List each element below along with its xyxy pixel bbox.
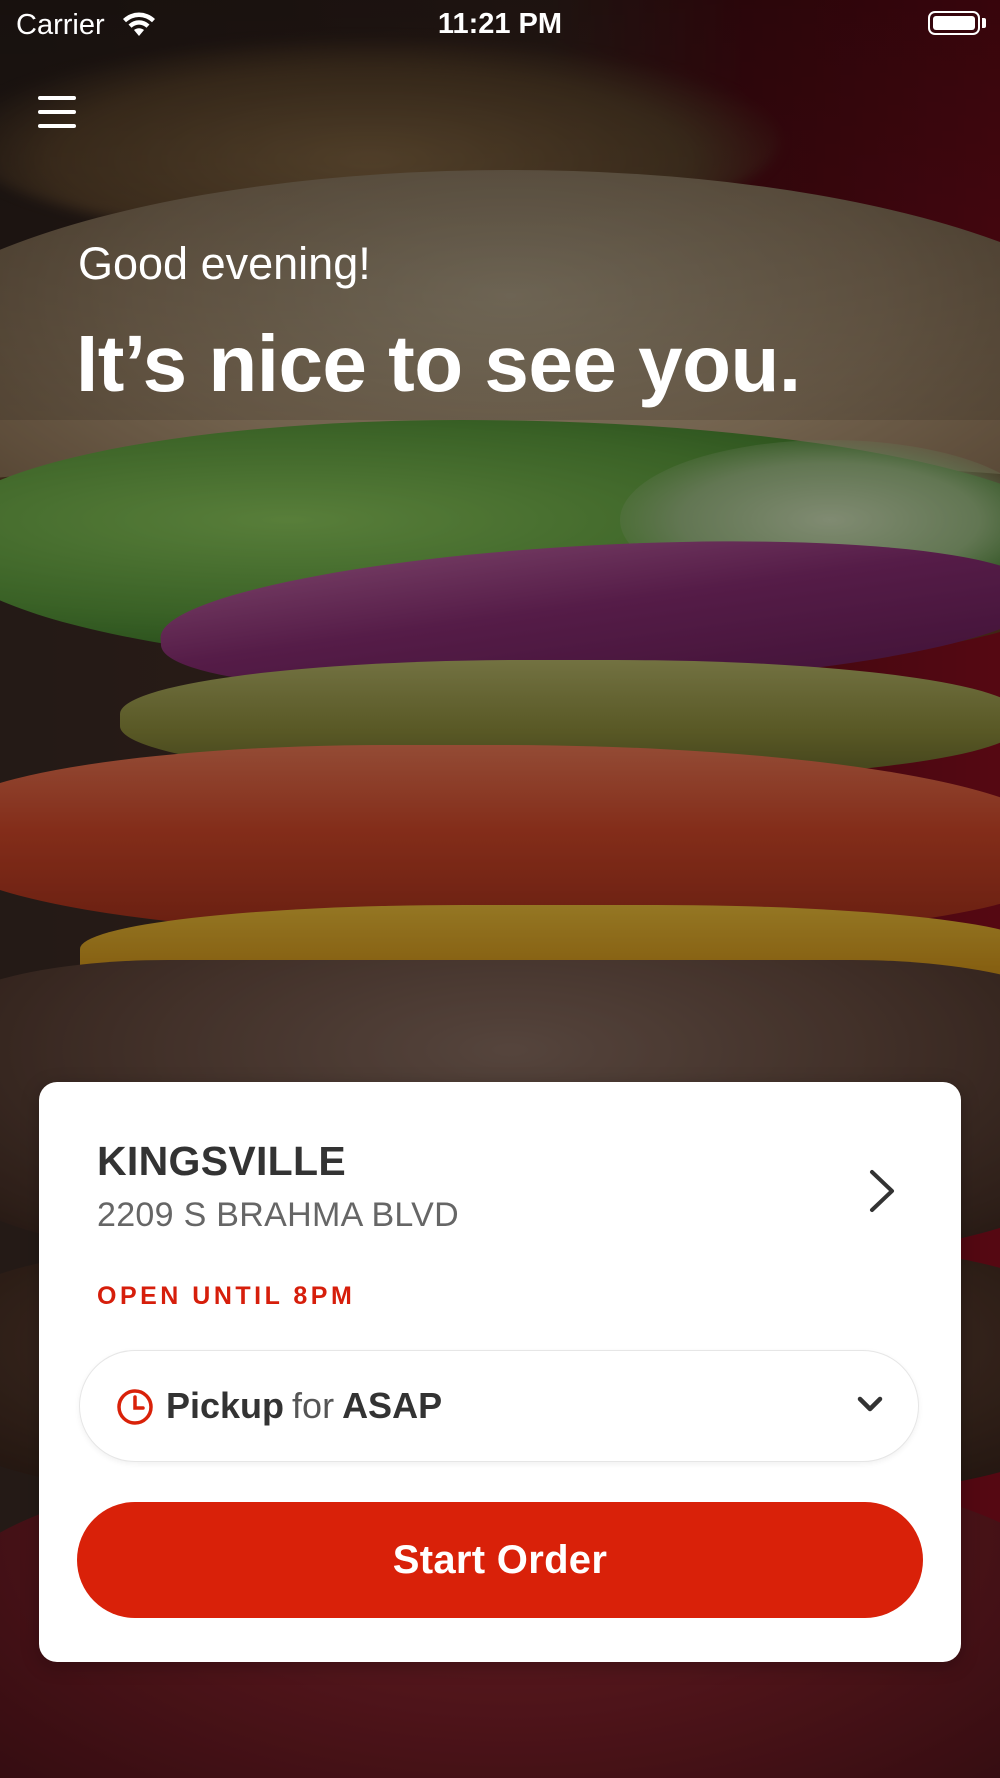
- hamburger-line: [38, 124, 76, 128]
- store-selector[interactable]: KINGSVILLE 2209 S BRAHMA BLVD: [39, 1082, 961, 1272]
- hamburger-menu-icon: [38, 96, 76, 100]
- location-card: KINGSVILLE 2209 S BRAHMA BLVD OPEN UNTIL…: [39, 1082, 961, 1662]
- welcome-headline: It’s nice to see you.: [76, 319, 801, 408]
- start-order-button[interactable]: Start Order: [77, 1502, 923, 1618]
- store-hours-status: OPEN UNTIL 8PM: [97, 1282, 356, 1310]
- chevron-down-icon: [857, 1396, 883, 1412]
- battery-icon: [928, 11, 980, 35]
- order-method: Pickup: [166, 1385, 285, 1426]
- hamburger-line: [38, 110, 76, 114]
- order-mode-dropdown[interactable]: Pickup for ASAP: [79, 1350, 919, 1462]
- battery-nub: [982, 18, 986, 28]
- chevron-right-icon: [870, 1170, 894, 1212]
- store-address: 2209 S BRAHMA BLVD: [97, 1196, 459, 1234]
- status-bar: Carrier 11:21 PM: [0, 0, 1000, 50]
- menu-button[interactable]: [30, 88, 86, 136]
- status-time: 11:21 PM: [437, 8, 563, 40]
- clock-icon: [117, 1389, 153, 1425]
- order-mode-text: Pickup for ASAP: [166, 1385, 442, 1427]
- order-time: ASAP: [342, 1385, 443, 1426]
- order-mode-connector: for: [292, 1385, 335, 1426]
- greeting-text: Good evening!: [78, 238, 371, 289]
- store-name: KINGSVILLE: [97, 1138, 347, 1184]
